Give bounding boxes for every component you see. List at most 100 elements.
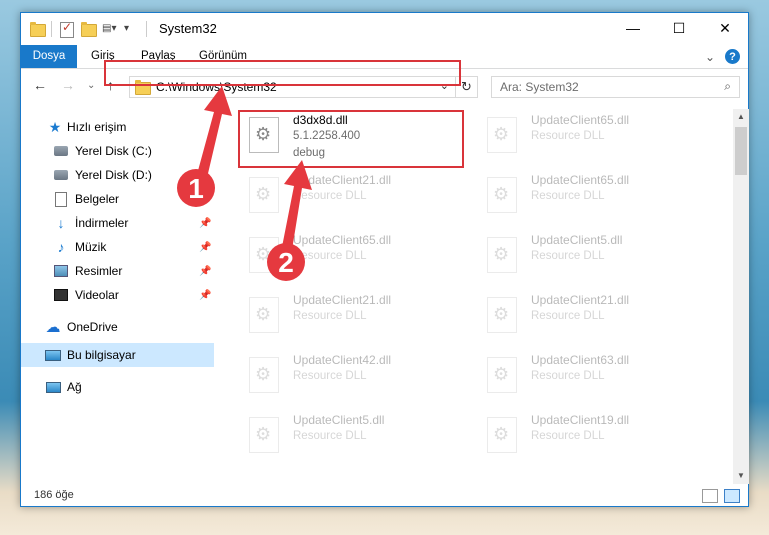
search-input[interactable]: Ara: System32: [500, 80, 579, 94]
tab-file[interactable]: Dosya: [21, 45, 77, 68]
sidebar-item-drive-c[interactable]: Yerel Disk (C:): [21, 139, 214, 163]
new-folder-icon[interactable]: [80, 21, 97, 37]
sidebar-item-music[interactable]: ♪ Müzik 📌: [21, 235, 214, 259]
minimize-button[interactable]: —: [610, 13, 656, 43]
pin-icon[interactable]: 📌: [199, 242, 211, 253]
tiles-view-icon[interactable]: [724, 489, 740, 503]
computer-icon: [45, 347, 61, 363]
file-name: UpdateClient63.dll: [531, 353, 630, 367]
dll-file-icon: [249, 297, 279, 333]
cloud-icon: ☁: [45, 319, 61, 336]
dll-file-icon: [487, 177, 517, 213]
file-item[interactable]: UpdateClient65.dll Resource DLL: [481, 171, 711, 223]
window-title: System32: [159, 21, 217, 36]
download-icon: ↓: [57, 215, 65, 231]
file-description: Resource DLL: [531, 250, 605, 262]
status-bar: 186 öğe: [21, 486, 748, 508]
explorer-window: ▤▾ ▾ System32 — ☐ ✕ Dosya Giriş Paylaş G…: [20, 12, 749, 507]
file-name: UpdateClient5.dll: [293, 413, 385, 427]
sidebar-item-label: İndirmeler: [75, 216, 129, 230]
navigation-pane: ★ Hızlı erişim Yerel Disk (C:) Yerel Dis…: [21, 109, 214, 484]
sidebar-item-label: Videolar: [75, 288, 119, 302]
file-description: Resource DLL: [531, 130, 605, 142]
pin-icon[interactable]: 📌: [199, 218, 211, 229]
folder-icon[interactable]: [29, 21, 46, 37]
file-item[interactable]: UpdateClient21.dll Resource DLL: [243, 171, 473, 223]
quick-access-toolbar: ▤▾ ▾: [29, 20, 147, 38]
dll-file-icon: [487, 237, 517, 273]
forward-button[interactable]: →: [61, 77, 75, 93]
drive-icon: [53, 143, 69, 159]
dll-file-icon: [249, 237, 279, 273]
file-name: UpdateClient21.dll: [293, 293, 392, 307]
qat-dropdown-icon[interactable]: ▾: [124, 21, 140, 37]
file-name: UpdateClient65.dll: [293, 233, 392, 247]
sidebar-item-label: Yerel Disk (C:): [75, 144, 152, 158]
help-icon[interactable]: ?: [725, 49, 740, 64]
maximize-button[interactable]: ☐: [656, 13, 702, 43]
file-item[interactable]: UpdateClient19.dll Resource DLL: [481, 411, 711, 463]
scroll-up-icon[interactable]: ▲: [733, 109, 749, 125]
pin-icon[interactable]: 📌: [199, 266, 211, 277]
file-description: Resource DLL: [293, 310, 367, 322]
sidebar-item-network[interactable]: Ağ: [21, 375, 214, 399]
music-icon: ♪: [57, 239, 65, 255]
dll-file-icon: [249, 357, 279, 393]
customize-toolbar-icon[interactable]: ▤▾: [102, 21, 118, 37]
sidebar-item-drive-d[interactable]: Yerel Disk (D:): [21, 163, 214, 187]
sidebar-item-documents[interactable]: Belgeler: [21, 187, 214, 211]
dll-file-icon: [487, 297, 517, 333]
properties-icon[interactable]: [58, 20, 74, 38]
file-item[interactable]: UpdateClient21.dll Resource DLL: [481, 291, 711, 343]
file-item[interactable]: UpdateClient42.dll Resource DLL: [243, 351, 473, 403]
sidebar-item-label: Belgeler: [75, 192, 120, 206]
sidebar-item-this-pc[interactable]: Bu bilgisayar: [21, 343, 214, 367]
file-item[interactable]: UpdateClient5.dll Resource DLL: [243, 411, 473, 463]
star-icon: ★: [48, 118, 62, 135]
details-view-icon[interactable]: [702, 489, 718, 503]
divider: [51, 21, 52, 37]
file-item[interactable]: UpdateClient63.dll Resource DLL: [481, 351, 711, 403]
file-description: Resource DLL: [531, 310, 605, 322]
search-box[interactable]: Ara: System32 ⌕: [491, 76, 740, 98]
divider: [146, 21, 147, 37]
file-item[interactable]: UpdateClient21.dll Resource DLL: [243, 291, 473, 343]
file-item[interactable]: UpdateClient65.dll Resource DLL: [481, 111, 711, 163]
scroll-down-icon[interactable]: ▼: [733, 468, 749, 484]
file-description: Resource DLL: [531, 190, 605, 202]
sidebar-item-label: Müzik: [75, 240, 107, 254]
file-name: UpdateClient21.dll: [531, 293, 630, 307]
sidebar-item-label: OneDrive: [67, 320, 118, 334]
dll-file-icon: [487, 117, 517, 153]
file-item[interactable]: UpdateClient5.dll Resource DLL: [481, 231, 711, 283]
file-description: Resource DLL: [293, 190, 367, 202]
address-highlight-box: [104, 60, 461, 86]
pin-icon[interactable]: 📌: [199, 290, 211, 301]
ribbon-expand-icon[interactable]: ⌄: [705, 50, 715, 64]
file-description: Resource DLL: [531, 430, 605, 442]
network-icon: [45, 379, 61, 395]
sidebar-item-downloads[interactable]: ↓ İndirmeler 📌: [21, 211, 214, 235]
sidebar-item-label: Yerel Disk (D:): [75, 168, 152, 182]
sidebar-item-onedrive[interactable]: ☁ OneDrive: [21, 315, 214, 339]
recent-locations-button[interactable]: ⌄: [87, 80, 95, 91]
file-item[interactable]: UpdateClient65.dll Resource DLL: [243, 231, 473, 283]
file-highlight-box: [238, 110, 464, 168]
dll-file-icon: [249, 417, 279, 453]
sidebar-item-quick-access[interactable]: ★ Hızlı erişim: [21, 115, 214, 139]
vertical-scrollbar[interactable]: ▲ ▼: [733, 109, 749, 484]
dll-file-icon: [487, 357, 517, 393]
sidebar-item-label: Bu bilgisayar: [67, 348, 136, 362]
file-description: Resource DLL: [293, 430, 367, 442]
sidebar-item-pictures[interactable]: Resimler 📌: [21, 259, 214, 283]
dll-file-icon: [487, 417, 517, 453]
pictures-icon: [53, 263, 69, 279]
file-description: Resource DLL: [531, 370, 605, 382]
scroll-thumb[interactable]: [735, 127, 747, 175]
file-description: Resource DLL: [293, 370, 367, 382]
file-name: UpdateClient42.dll: [293, 353, 392, 367]
back-button[interactable]: ←: [33, 77, 47, 93]
file-name: UpdateClient19.dll: [531, 413, 630, 427]
close-button[interactable]: ✕: [702, 13, 748, 43]
sidebar-item-videos[interactable]: Videolar 📌: [21, 283, 214, 307]
